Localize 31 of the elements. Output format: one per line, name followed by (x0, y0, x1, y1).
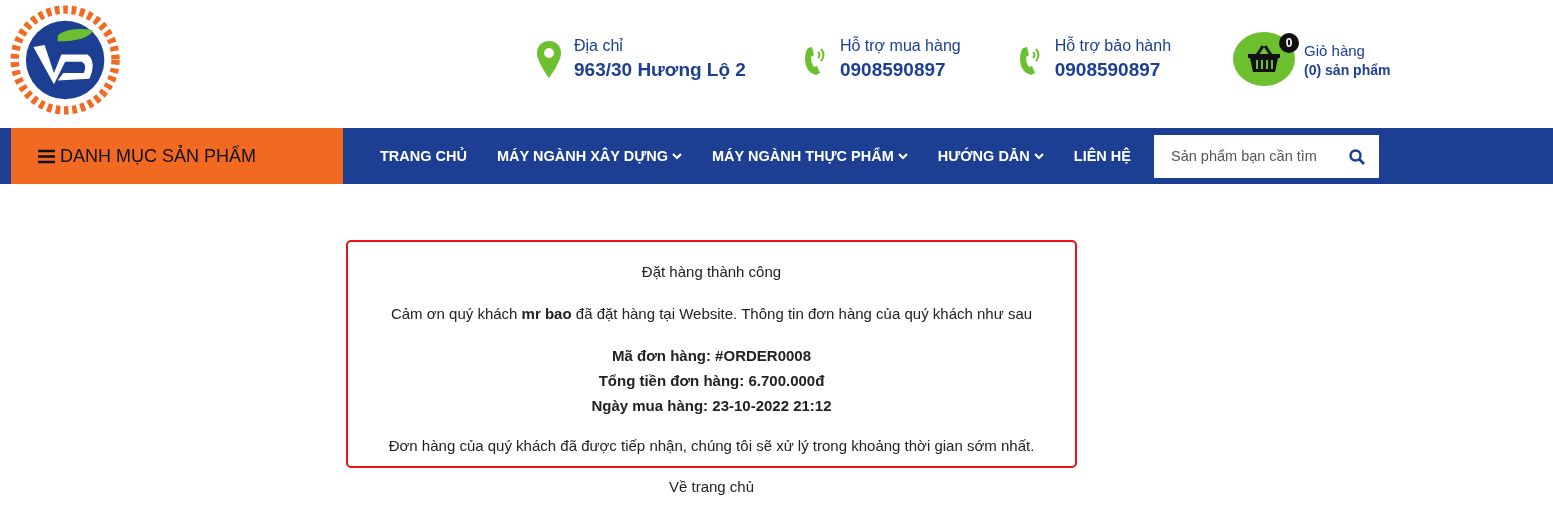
cart-button[interactable]: 0 (1233, 32, 1296, 86)
cart-summary: (0) sản phẩm (1304, 62, 1391, 78)
contact-value: 0908590897 (1054, 58, 1162, 82)
nav-link[interactable]: HƯỚNG DẪN (922, 148, 1059, 164)
basket-icon (1247, 45, 1282, 73)
order-detail: Tổng tiền đơn hàng: 6.700.000đ (597, 371, 826, 391)
order-detail: Mã đơn hàng: #ORDER0008 (610, 346, 812, 366)
contact-value: 0908590897 (839, 58, 947, 82)
order-detail: Ngày mua hàng: 23-10-2022 21:12 (590, 396, 833, 416)
nav-link[interactable]: MÁY NGÀNH THỰC PHẨM (697, 148, 923, 164)
caret-icon (897, 152, 908, 160)
contact-label: Hỗ trợ mua hàng (839, 35, 961, 56)
contact-label: Hỗ trợ bảo hành (1054, 35, 1172, 56)
nav-link[interactable]: LIÊN HỆ (1058, 148, 1146, 164)
thank-you-message: Cảm ơn quý khách mr bao đã đặt hàng tại Website. Thông tin đơn hàng của quý khách như sau (389, 304, 1034, 324)
category-menu-button[interactable]: DANH MỤC SẢN PHẨM (11, 128, 343, 184)
contact-value: 963/30 Hương Lộ 2 (574, 58, 746, 82)
cart-label: Giỏ hàng (1304, 41, 1366, 61)
search-field[interactable]: Sản phẩm bạn cần tìm (1154, 134, 1379, 178)
search-icon (1349, 148, 1365, 165)
menu-icon (38, 148, 55, 164)
map-pin-icon (536, 40, 562, 80)
contact-label: Địa chỉ (574, 36, 624, 56)
home-link[interactable]: Về trang chủ (668, 478, 755, 495)
success-title: Đặt hàng thành công (640, 262, 783, 282)
nav-link[interactable]: TRANG CHỦ (365, 148, 482, 164)
nav-link[interactable]: MÁY NGÀNH XÂY DỰNG (482, 148, 697, 164)
caret-icon (672, 152, 682, 160)
cart-count-badge: 0 (1279, 33, 1300, 53)
caret-icon (1033, 152, 1044, 160)
processing-note: Đơn hàng của quý khách đã được tiếp nhận, chúng tôi sẽ xử lý trong khoảng thời gian sớm nhất. (387, 436, 1036, 456)
